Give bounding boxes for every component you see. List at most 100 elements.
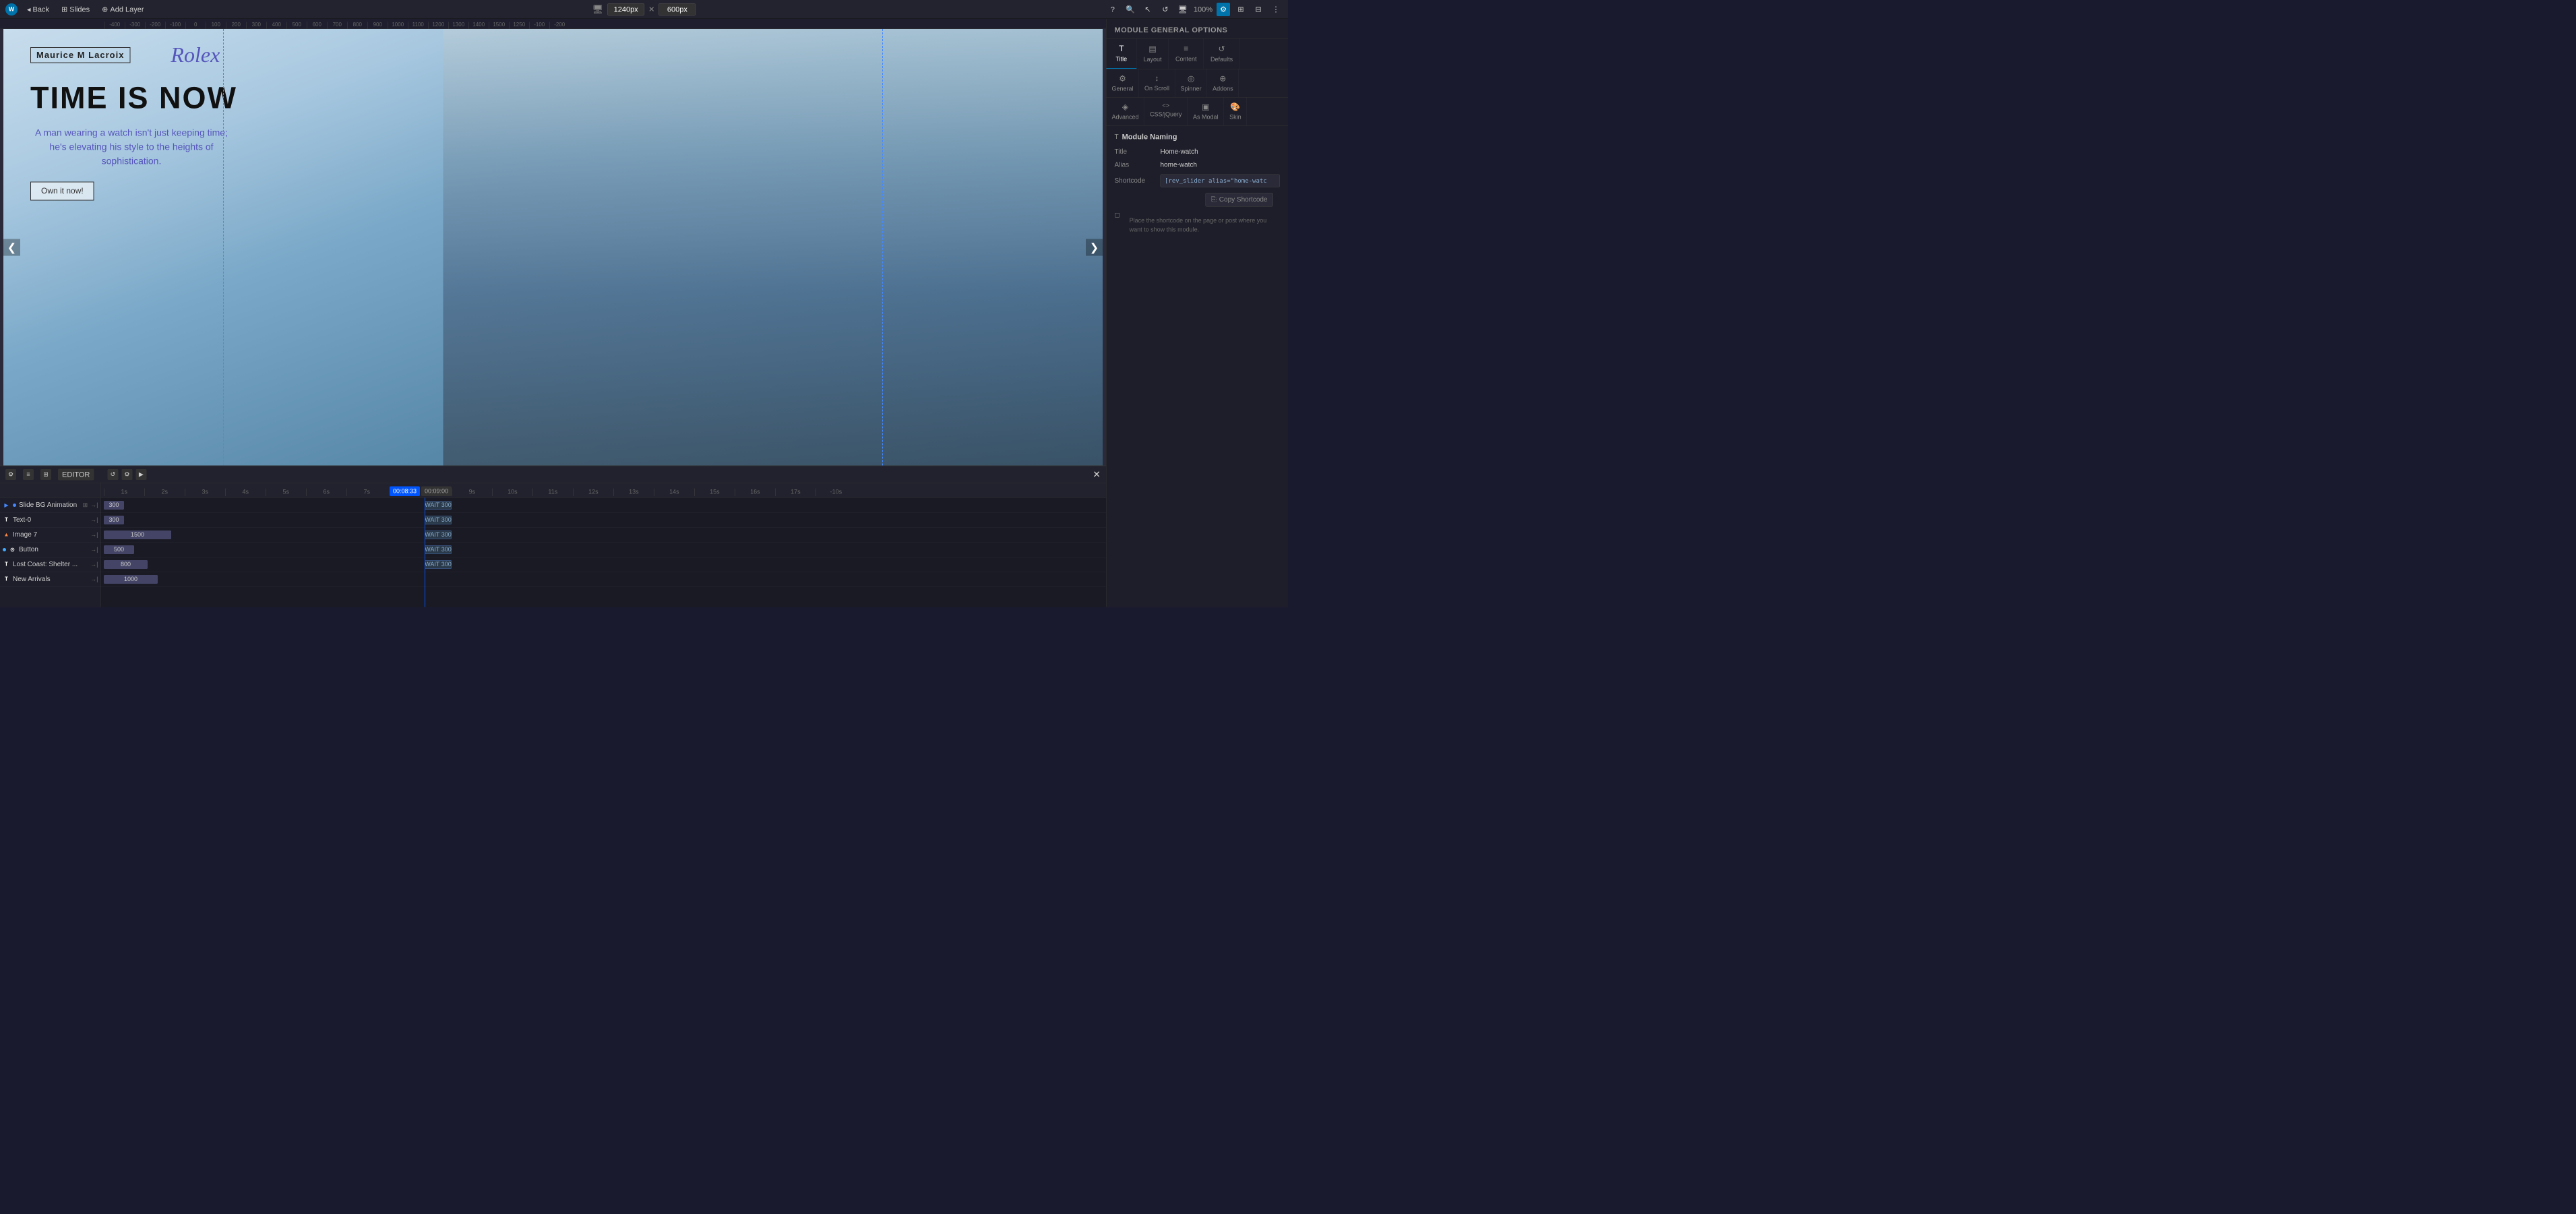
- undo-button[interactable]: ↺: [1159, 3, 1172, 16]
- canvas-area: -400 -300 -200 -100 0 100 200 300 400 50…: [0, 19, 1106, 607]
- layer-arrow-image7[interactable]: →|: [90, 531, 98, 539]
- desktop-preview-button[interactable]: 🖥: [1176, 3, 1190, 16]
- hint-icon: ☐: [1115, 212, 1120, 220]
- layer-item-lost-coast[interactable]: T Lost Coast: Shelter ... →|: [0, 557, 101, 572]
- more-button[interactable]: ⋮: [1269, 3, 1283, 16]
- brand-rolex: Rolex: [171, 42, 220, 67]
- wait-bar-4[interactable]: WAIT 300: [425, 560, 452, 569]
- slider-next-button[interactable]: ❯: [1086, 239, 1103, 255]
- ruler-mark: -200: [549, 22, 570, 29]
- ruler-mark: 900: [367, 22, 388, 29]
- tab-skin[interactable]: 🎨 Skin: [1224, 98, 1247, 126]
- monitor-icon: 🖥: [592, 4, 604, 15]
- slider-preview[interactable]: Maurice M Lacroix Rolex TIME IS NOW A ma…: [3, 29, 1103, 466]
- wait-bar-2[interactable]: WAIT 300: [425, 530, 452, 539]
- timeline-list-btn[interactable]: ≡: [23, 469, 34, 480]
- brand-ml-text: Maurice M Lacroix: [36, 50, 124, 61]
- layer-item-text0[interactable]: T Text-0 →|: [0, 513, 101, 528]
- track-bar-1-300[interactable]: 300: [104, 516, 124, 524]
- tab-modal-icon: ▣: [1202, 102, 1209, 113]
- ruler-mark: 400: [266, 22, 286, 29]
- ruler-mark: 1400: [468, 22, 489, 29]
- tab-defaults-icon: ↺: [1219, 44, 1225, 55]
- ruler-mark: 500: [286, 22, 307, 29]
- layer-text2-icon: T: [3, 561, 10, 568]
- settings-button[interactable]: ⚙: [1217, 3, 1230, 16]
- tab-advanced-label: Advanced: [1112, 114, 1139, 121]
- editor-tab[interactable]: EDITOR: [58, 468, 94, 480]
- track-bar-5-1000[interactable]: 1000: [104, 575, 158, 584]
- track-bar-4-800[interactable]: 800: [104, 560, 148, 569]
- track-bar-2-1500[interactable]: 1500: [104, 530, 171, 539]
- section-header[interactable]: T Module Naming: [1115, 133, 1281, 142]
- slider-prev-button[interactable]: ❮: [3, 239, 20, 255]
- layer-item-image7[interactable]: ▲ Image 7 →|: [0, 528, 101, 543]
- cta-button[interactable]: Own it now!: [30, 182, 94, 201]
- layer-item-button[interactable]: ⊙ Button →|: [0, 543, 101, 557]
- tab-spinner[interactable]: ◎ Spinner: [1175, 69, 1208, 98]
- tab-advanced[interactable]: ◈ Advanced: [1107, 98, 1145, 126]
- time-mark-15s: 15s: [694, 489, 735, 497]
- track-row-1: 300 WAIT 300: [101, 513, 1106, 528]
- help-button[interactable]: ?: [1106, 3, 1120, 16]
- layer-arrow-lost[interactable]: →|: [90, 561, 98, 568]
- wait-bar-3[interactable]: WAIT 300: [425, 545, 452, 554]
- hint-text: Place the shortcode on the page or post …: [1127, 216, 1280, 235]
- timeline-settings2-btn[interactable]: ⚙: [121, 469, 132, 480]
- tab-layout[interactable]: ▤ Layout: [1137, 39, 1169, 69]
- current-time-value: 00:08:33: [393, 488, 417, 495]
- ruler-mark: 100: [206, 22, 226, 29]
- tab-general[interactable]: ⚙ General: [1107, 69, 1140, 98]
- time-mark-2s: 2s: [144, 489, 185, 497]
- timeline-tracks[interactable]: 1s 2s 3s 4s 5s 6s 7s 00:08:33 00:09:00: [101, 483, 1106, 607]
- timeline-layers-btn[interactable]: ⊞: [40, 469, 51, 480]
- track-bar-0-300[interactable]: 300: [104, 501, 124, 510]
- timeline-header: ⚙ ≡ ⊞ EDITOR ↺ ⚙ ▶ ✕: [0, 466, 1106, 483]
- copy-shortcode-button[interactable]: ⎘ Copy Shortcode: [1205, 193, 1273, 207]
- tab-addons[interactable]: ⊕ Addons: [1207, 69, 1239, 98]
- layer-bg-icon: ▶: [3, 502, 10, 509]
- width-input[interactable]: [607, 3, 644, 16]
- layer-item-new-arrivals[interactable]: T New Arrivals →|: [0, 572, 101, 587]
- layout-button[interactable]: ⊟: [1252, 3, 1265, 16]
- tab-layout-label: Layout: [1144, 56, 1162, 63]
- tab-title-label: Title: [1115, 56, 1127, 63]
- tab-on-scroll[interactable]: ↕ On Scroll: [1139, 69, 1175, 98]
- toolbar-left: W ◂ Back ⊞ Slides ⊕ Add Layer: [5, 3, 1098, 16]
- layer-arrow-button[interactable]: →|: [90, 546, 98, 553]
- add-layer-label: Add Layer: [110, 5, 144, 13]
- grid-button[interactable]: ⊞: [1234, 3, 1248, 16]
- toolbar-right: ? 🔍 ↖ ↺ 🖥 100% ⚙ ⊞ ⊟ ⋮: [1106, 3, 1283, 16]
- layer-arrow-icon[interactable]: →|: [90, 502, 98, 509]
- timeline-loop-btn[interactable]: ↺: [107, 469, 118, 480]
- pointer-button[interactable]: ↖: [1141, 3, 1155, 16]
- tab-css-jquery[interactable]: <> CSS/jQuery: [1144, 98, 1188, 126]
- layer-name-lost-coast: Lost Coast: Shelter ...: [13, 561, 88, 569]
- layer-extra-icon[interactable]: ⊞: [83, 502, 88, 509]
- sub-text: A man wearing a watch isn't just keeping…: [30, 126, 233, 169]
- wait-bar-1[interactable]: WAIT 300: [425, 516, 452, 524]
- tab-defaults[interactable]: ↺ Defaults: [1204, 39, 1240, 69]
- zoom-button[interactable]: 🔍: [1124, 3, 1137, 16]
- tab-title[interactable]: T Title: [1107, 39, 1137, 69]
- wp-logo[interactable]: W: [5, 3, 18, 16]
- layer-arrow-text0[interactable]: →|: [90, 516, 98, 524]
- alias-label: Alias: [1115, 161, 1155, 169]
- timeline-close-btn[interactable]: ✕: [1093, 469, 1101, 481]
- timeline-settings-btn[interactable]: ⚙: [5, 469, 16, 480]
- slides-button[interactable]: ⊞ Slides: [59, 3, 92, 15]
- layer-item-slide-bg[interactable]: ▶ Slide BG Animation ⊞ →|: [0, 498, 101, 513]
- tab-content[interactable]: ≡ Content: [1169, 39, 1204, 69]
- wait-bar-0[interactable]: WAIT 300: [425, 501, 452, 510]
- layer-arrow-new[interactable]: →|: [90, 576, 98, 583]
- track-bar-3-500[interactable]: 500: [104, 545, 134, 554]
- layer-btn-icon: ⊙: [9, 546, 16, 553]
- ruler-mark: 300: [246, 22, 266, 29]
- height-input[interactable]: [658, 3, 696, 16]
- timeline-play-btn[interactable]: ▶: [135, 469, 146, 480]
- layer-image-icon: ▲: [3, 531, 10, 539]
- time-mark-18s: -10s: [816, 489, 856, 497]
- add-layer-button[interactable]: ⊕ Add Layer: [99, 3, 146, 15]
- back-button[interactable]: ◂ Back: [24, 3, 52, 15]
- tab-as-modal[interactable]: ▣ As Modal: [1188, 98, 1224, 126]
